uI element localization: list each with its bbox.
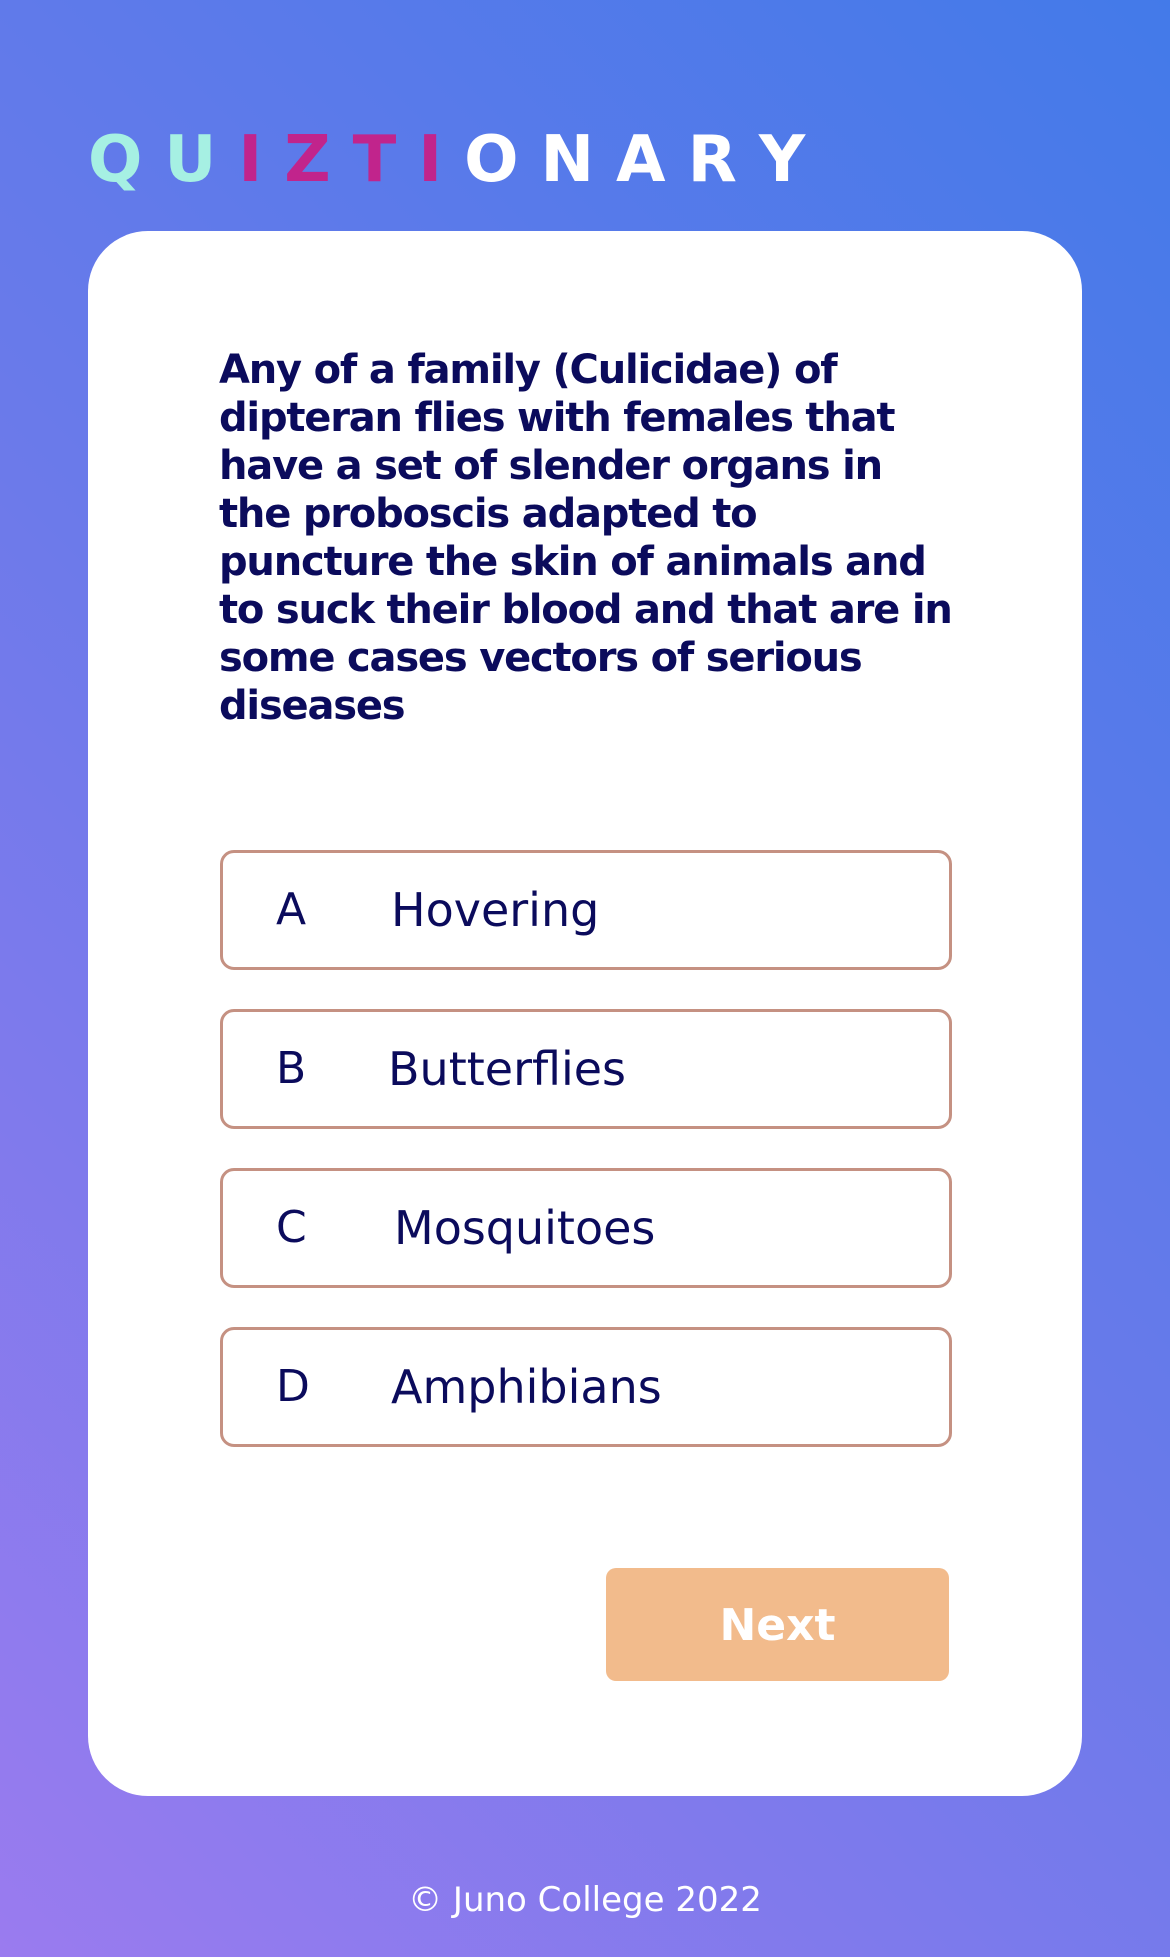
- logo-letter: Y: [758, 123, 828, 197]
- question-text: Any of a family (Culicidae) of dipteran …: [219, 347, 953, 729]
- logo-letter: Q: [88, 123, 165, 197]
- logo-letter: R: [687, 123, 759, 197]
- option-letter: B: [276, 1043, 307, 1094]
- option-label: Hovering: [391, 883, 600, 937]
- logo-letter: T: [352, 123, 419, 197]
- app-logo: QUIZTIONARY: [88, 120, 827, 200]
- option-d-button[interactable]: D Amphibians: [220, 1327, 952, 1447]
- option-letter: C: [276, 1202, 307, 1253]
- option-label: Mosquitoes: [394, 1201, 656, 1255]
- footer-copyright: © Juno College 2022: [408, 1880, 762, 1920]
- logo-letter: U: [164, 123, 239, 197]
- option-a-button[interactable]: A Hovering: [220, 850, 952, 970]
- logo-letter: A: [616, 123, 688, 197]
- logo-letter: Z: [284, 123, 353, 197]
- option-b-button[interactable]: B Butterflies: [220, 1009, 952, 1129]
- option-label: Amphibians: [391, 1360, 662, 1414]
- logo-letter: I: [418, 123, 465, 197]
- option-label: Butterflies: [388, 1042, 627, 1096]
- next-button[interactable]: Next: [606, 1568, 949, 1681]
- logo-letter: I: [238, 123, 285, 197]
- option-c-button[interactable]: C Mosquitoes: [220, 1168, 952, 1288]
- logo-letter: N: [540, 123, 617, 197]
- logo-letter: O: [464, 123, 541, 197]
- quiz-card: Any of a family (Culicidae) of dipteran …: [88, 231, 1082, 1796]
- option-letter: A: [276, 884, 307, 935]
- option-letter: D: [276, 1361, 310, 1412]
